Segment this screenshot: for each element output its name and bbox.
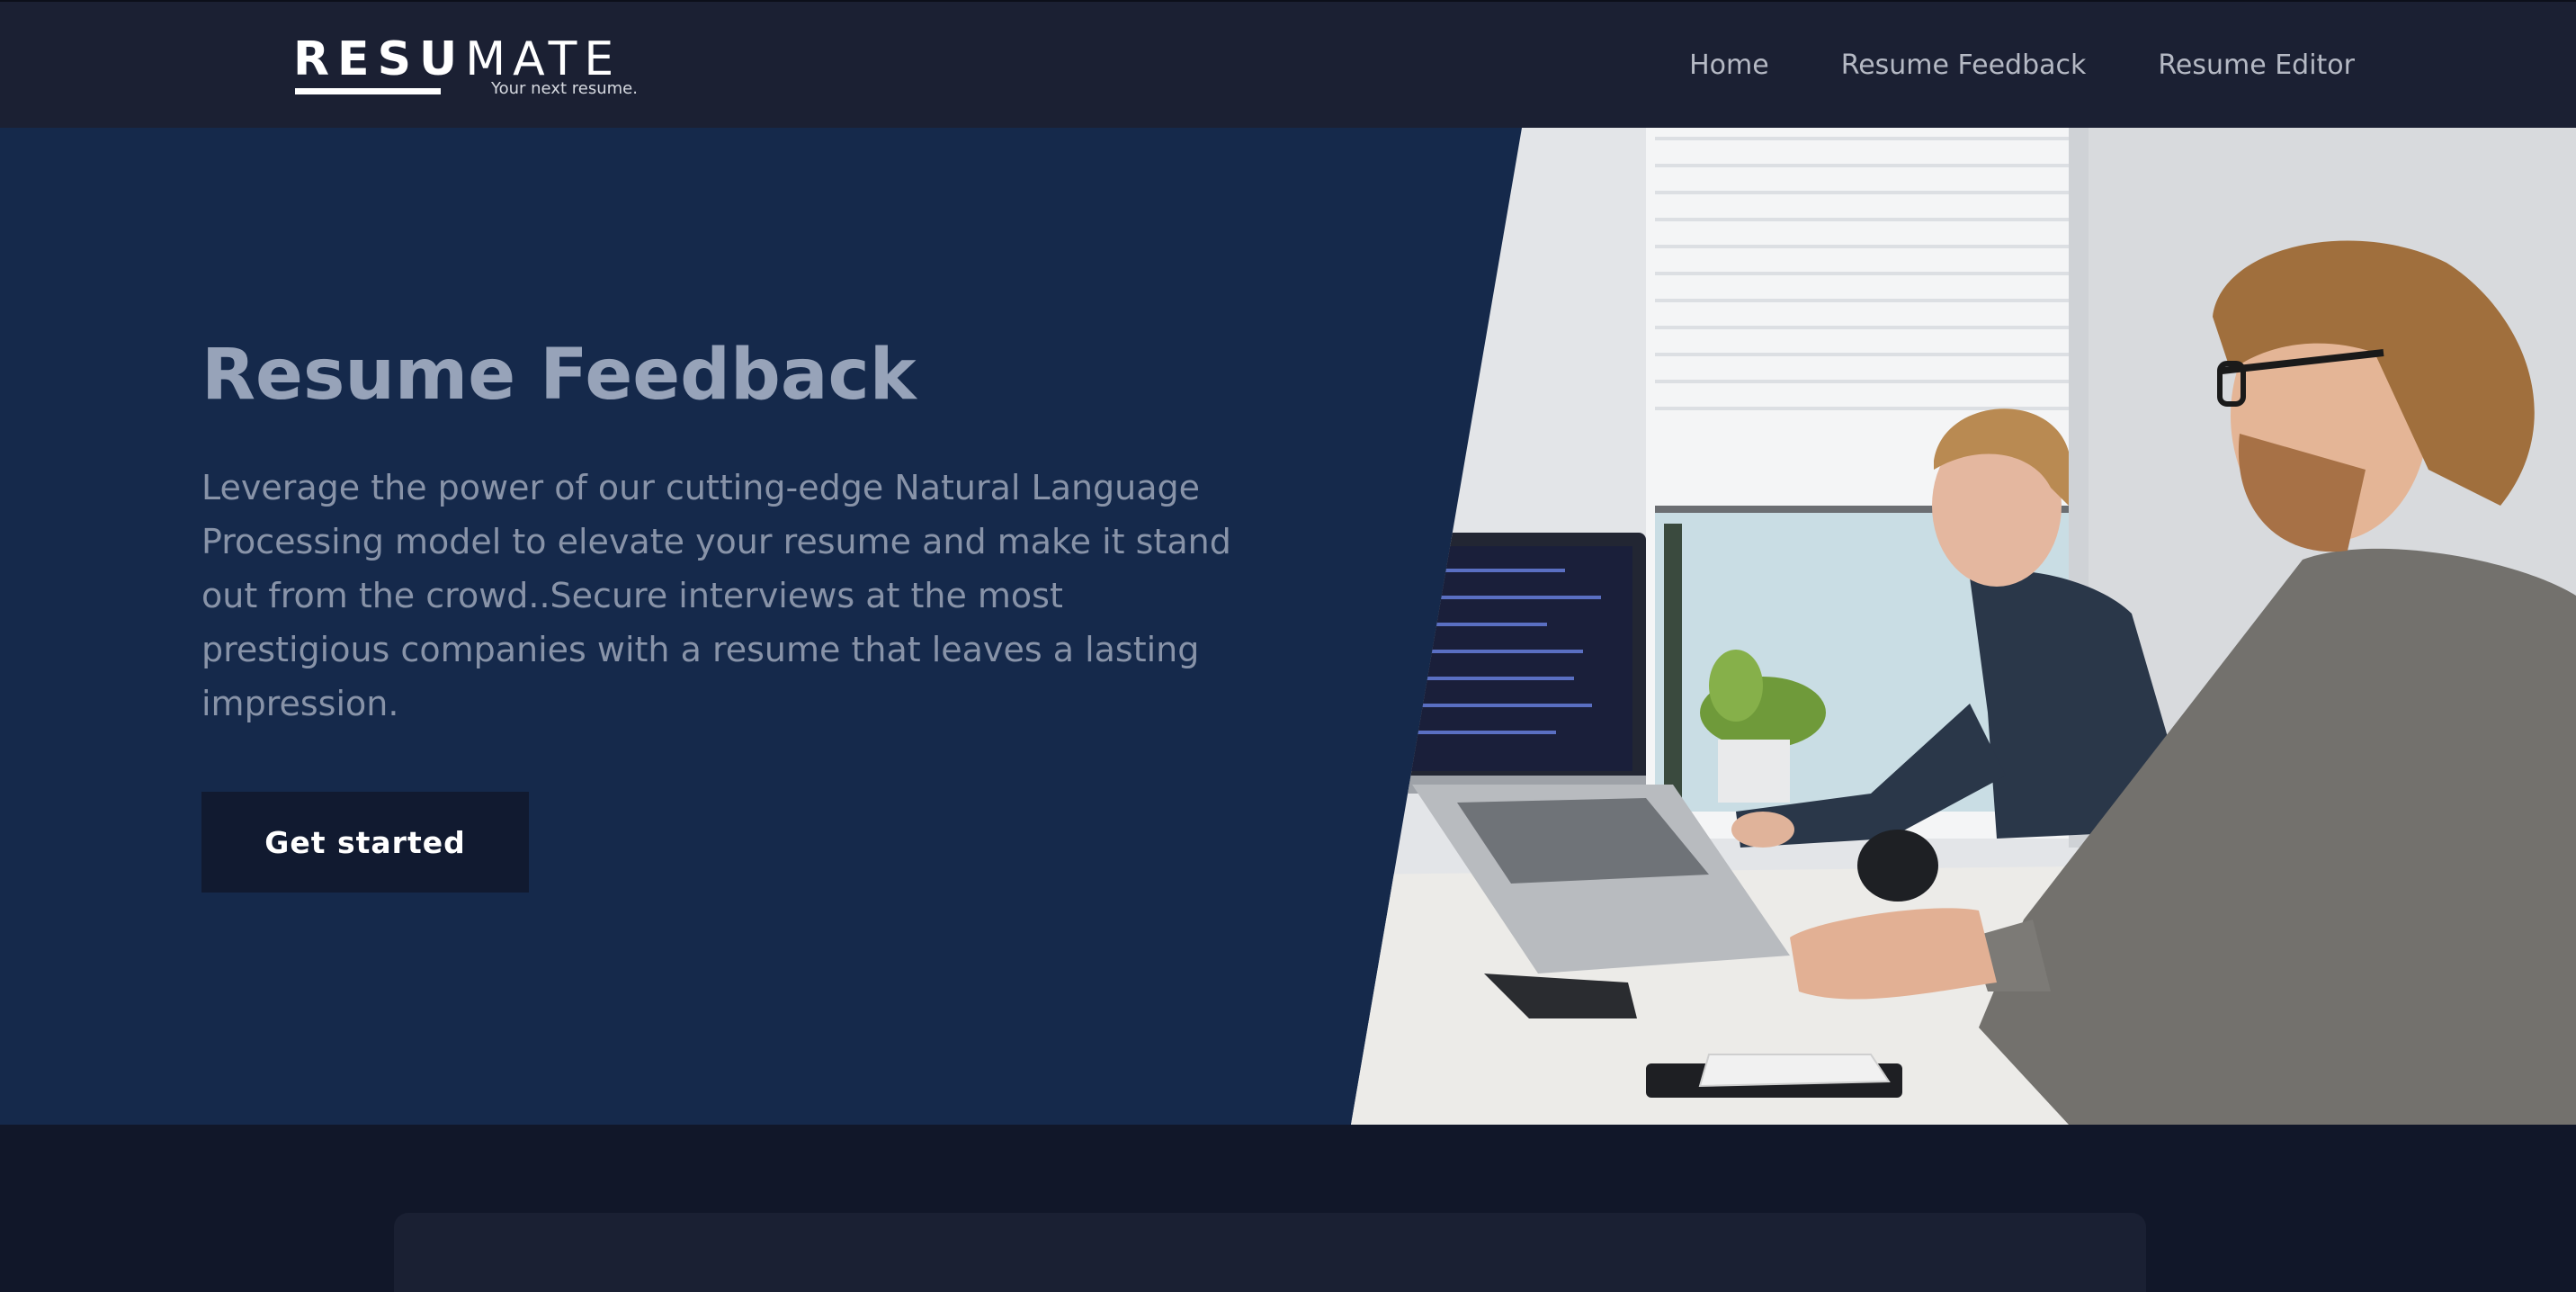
content-card bbox=[394, 1213, 2146, 1292]
navbar: RESUMATE Your next resume. Home Resume F… bbox=[0, 0, 2576, 128]
logo-wordmark: RESUMATE bbox=[293, 34, 621, 85]
logo-underline bbox=[295, 88, 441, 94]
logo-light-part: MATE bbox=[465, 32, 622, 86]
nav-link-resume-feedback[interactable]: Resume Feedback bbox=[1841, 49, 2087, 81]
nav-link-home[interactable]: Home bbox=[1689, 49, 1769, 81]
nav-link-resume-editor[interactable]: Resume Editor bbox=[2158, 49, 2355, 81]
logo-bold-part: RESU bbox=[293, 32, 466, 86]
brand-logo[interactable]: RESUMATE Your next resume. bbox=[293, 34, 644, 101]
logo-tagline: Your next resume. bbox=[491, 79, 638, 98]
get-started-button[interactable]: Get started bbox=[201, 792, 529, 893]
hero-description: Leverage the power of our cutting-edge N… bbox=[201, 468, 1231, 723]
main-nav: Home Resume Feedback Resume Editor bbox=[1689, 2, 2355, 128]
content-section bbox=[0, 1125, 2576, 1292]
hero-section: Resume Feedback Leverage the power of ou… bbox=[0, 128, 2576, 1125]
hero-title: Resume Feedback bbox=[201, 335, 917, 416]
